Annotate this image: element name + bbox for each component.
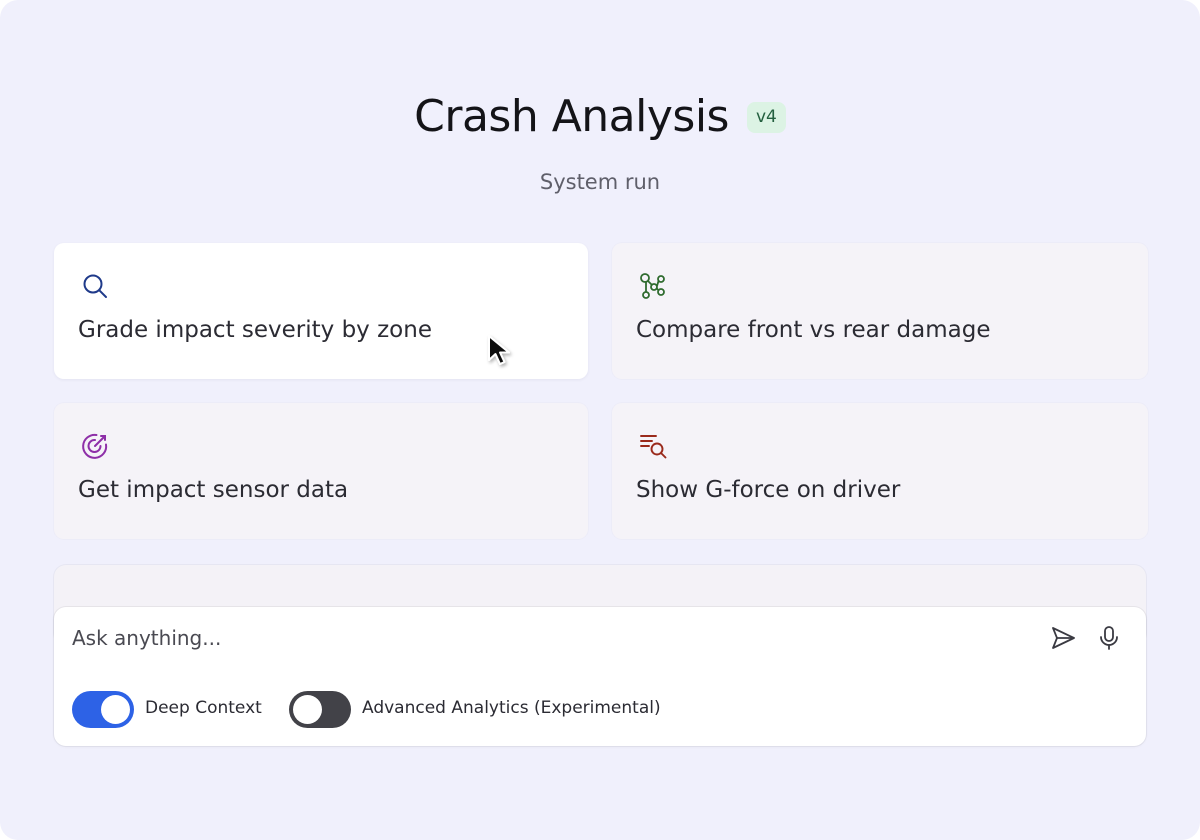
- suggestion-label: Grade impact severity by zone: [78, 317, 432, 343]
- deep-context-label: Deep Context: [145, 698, 262, 718]
- suggestion-label: Compare front vs rear damage: [636, 317, 991, 343]
- page-header: Crash Analysis v4: [0, 84, 1200, 148]
- send-button[interactable]: [1046, 621, 1080, 655]
- list-search-icon: [638, 431, 668, 461]
- advanced-analytics-toggle[interactable]: [289, 691, 351, 728]
- mouse-cursor-icon: [486, 334, 520, 370]
- branch-nodes-icon: [638, 271, 668, 301]
- microphone-button[interactable]: [1092, 621, 1126, 655]
- suggestion-label: Get impact sensor data: [78, 477, 349, 503]
- toggle-knob: [293, 695, 322, 724]
- suggestion-label: Show G-force on driver: [636, 477, 901, 503]
- suggestion-card-impact-sensor[interactable]: Get impact sensor data: [54, 403, 588, 539]
- page-subtitle: System run: [539, 170, 661, 194]
- toggle-knob: [101, 695, 130, 724]
- deep-context-toggle[interactable]: [72, 691, 134, 728]
- app-frame: Crash Analysis v4 System run Grade impac…: [0, 0, 1200, 840]
- target-icon: [80, 431, 110, 461]
- suggestion-card-compare-damage[interactable]: Compare front vs rear damage: [612, 243, 1148, 379]
- chat-input[interactable]: [72, 621, 1012, 655]
- version-badge: v4: [746, 101, 786, 133]
- search-icon: [80, 271, 110, 301]
- microphone-icon: [1100, 626, 1118, 650]
- composer: Deep Context Advanced Analytics (Experim…: [54, 607, 1146, 746]
- send-icon: [1052, 627, 1075, 649]
- page-title: Crash Analysis: [414, 90, 729, 142]
- suggestion-card-g-force[interactable]: Show G-force on driver: [612, 403, 1148, 539]
- advanced-analytics-label: Advanced Analytics (Experimental): [362, 698, 661, 718]
